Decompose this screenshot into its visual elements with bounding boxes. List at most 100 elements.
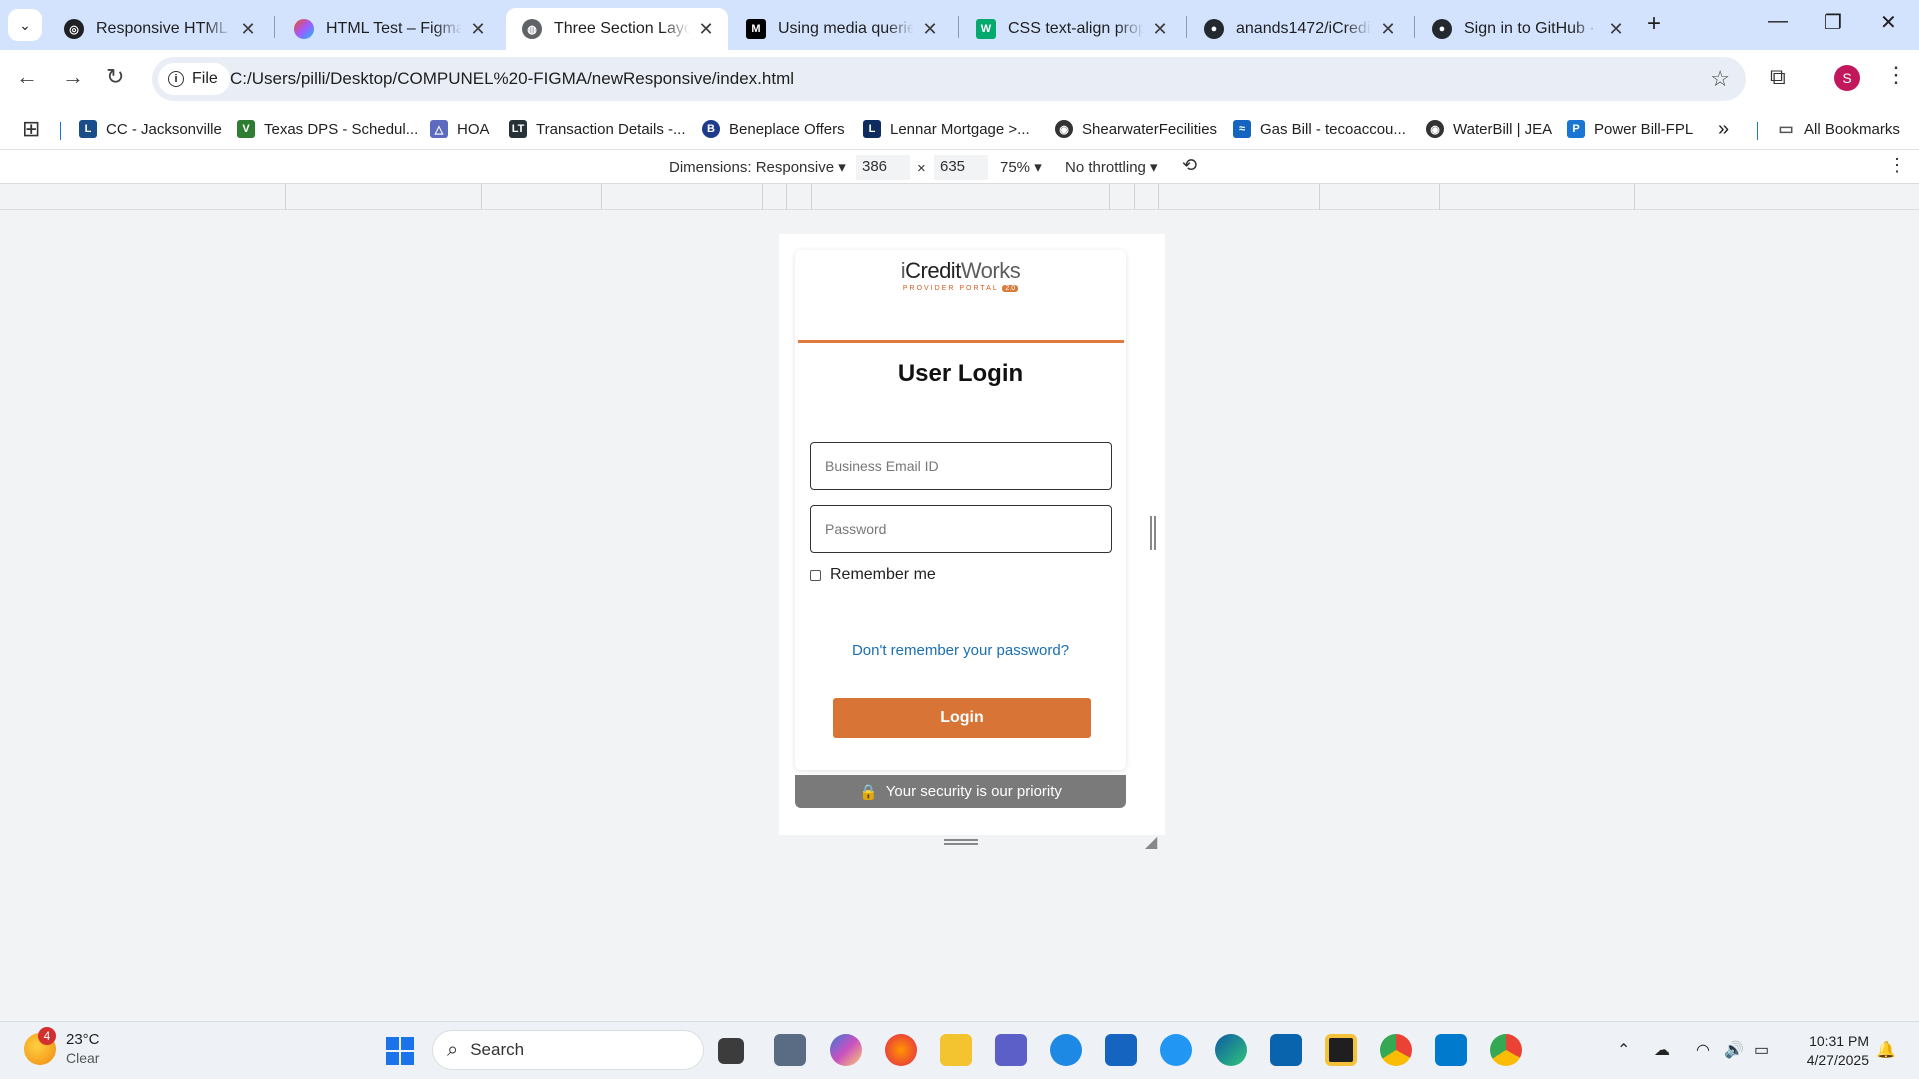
tab-media-queries[interactable]: M Using media queries ✕ — [730, 8, 952, 50]
all-bookmarks-button[interactable]: ▭ All Bookmarks — [1777, 116, 1899, 142]
tab-figma[interactable]: HTML Test – Figma ✕ — [278, 8, 500, 50]
outlook-icon[interactable] — [1270, 1034, 1302, 1066]
folder-icon: ▭ — [1778, 121, 1794, 138]
bookmark-icon: L — [863, 120, 881, 138]
close-icon[interactable]: ✕ — [468, 19, 488, 40]
volume-icon[interactable]: 🔊 — [1724, 1040, 1744, 1060]
notifications-bell-icon[interactable]: 🔔 — [1876, 1040, 1896, 1060]
emulated-viewport: iCreditWorks PROVIDER PORTAL 2.0 User Lo… — [0, 210, 1919, 1021]
bookmark-waterbill[interactable]: ◉ WaterBill | JEA — [1426, 116, 1552, 142]
close-window-button[interactable]: ✕ — [1880, 10, 1897, 35]
bookmark-label: Transaction Details -... — [536, 120, 686, 138]
resize-handle-corner[interactable]: ◢ — [1145, 832, 1157, 852]
tab-css-text-align[interactable]: W CSS text-align property ✕ — [960, 8, 1182, 50]
microsoft-store-icon[interactable] — [1105, 1034, 1137, 1066]
width-input[interactable]: 386 — [856, 155, 910, 180]
forgot-password-link[interactable]: Don't remember your password? — [795, 642, 1126, 659]
task-view-icon[interactable] — [718, 1038, 744, 1064]
logo-part: Works — [960, 258, 1021, 283]
bookmark-power-bill[interactable]: P Power Bill-FPL — [1567, 116, 1693, 142]
throttling-dropdown[interactable]: No throttling ▾ — [1065, 158, 1158, 176]
bookmark-shearwater[interactable]: ◉ ShearwaterFecilities — [1055, 116, 1217, 142]
chrome-profile-icon[interactable] — [1490, 1034, 1522, 1066]
browser-toolbar: ← → ↻ i File C:/Users/pilli/Desktop/COMP… — [0, 50, 1919, 108]
chrome-icon[interactable] — [1380, 1034, 1412, 1066]
tab-search-button[interactable]: ⌄ — [8, 9, 42, 41]
taskbar-search[interactable]: ⌕ Search — [432, 1030, 704, 1070]
bookmark-icon: L — [79, 120, 97, 138]
cortana-icon[interactable] — [1050, 1034, 1082, 1066]
bookmark-lennar-mortgage[interactable]: L Lennar Mortgage >... — [863, 116, 1030, 142]
dimensions-dropdown[interactable]: Dimensions: Responsive ▾ — [669, 158, 846, 176]
quick-assist-icon[interactable] — [1160, 1034, 1192, 1066]
media-query-ruler — [0, 184, 1919, 210]
apps-grid-icon[interactable]: ⊞ — [22, 116, 40, 142]
password-field[interactable]: Password — [810, 505, 1112, 553]
system-clock[interactable]: 10:31 PM 4/27/2025 — [1795, 1032, 1869, 1070]
tab-three-section-layout[interactable]: ◍ Three Section Layout ✕ — [506, 8, 728, 50]
minimize-button[interactable]: — — [1768, 10, 1788, 33]
more-bookmarks-chevron-icon[interactable]: » — [1718, 116, 1729, 142]
rotate-icon[interactable]: ⟲ — [1182, 155, 1197, 176]
file-explorer-icon[interactable] — [940, 1034, 972, 1066]
zoom-dropdown[interactable]: 75% ▾ — [1000, 158, 1042, 176]
close-icon[interactable]: ✕ — [1606, 19, 1626, 40]
address-bar[interactable]: i File C:/Users/pilli/Desktop/COMPUNEL%2… — [152, 57, 1746, 101]
tab-strip: ⌄ ◎ Responsive HTML CSS ✕ HTML Test – Fi… — [0, 0, 1919, 50]
more-options-icon[interactable]: ⋮ — [1888, 155, 1906, 176]
url-text[interactable]: C:/Users/pilli/Desktop/COMPUNEL%20-FIGMA… — [230, 69, 794, 89]
restore-button[interactable]: ❐ — [1824, 10, 1842, 35]
close-icon[interactable]: ✕ — [1150, 19, 1170, 40]
height-input[interactable]: 635 — [934, 155, 988, 180]
resize-handle-bottom[interactable] — [944, 839, 978, 845]
bookmark-beneplace[interactable]: B Beneplace Offers — [702, 116, 845, 142]
close-icon[interactable]: ✕ — [238, 19, 258, 40]
bookmark-star-icon[interactable]: ☆ — [1710, 66, 1730, 92]
remember-me-row[interactable]: Remember me — [810, 566, 936, 584]
bookmarks-bar: ⊞ L CC - Jacksonville V Texas DPS - Sche… — [0, 108, 1919, 150]
back-arrow-icon[interactable]: ← — [16, 64, 38, 90]
weather-widget[interactable]: 4 23°C Clear — [24, 1027, 100, 1067]
login-button[interactable]: Login — [833, 698, 1091, 738]
tab-github-repo[interactable]: ● anands1472/iCreditWorks ✕ — [1188, 8, 1410, 50]
email-field[interactable]: Business Email ID — [810, 442, 1112, 490]
extensions-puzzle-icon[interactable]: ⧉ — [1770, 64, 1786, 90]
sticky-notes-icon[interactable] — [1325, 1034, 1357, 1066]
chevron-up-icon[interactable]: ⌃ — [1617, 1040, 1630, 1060]
remember-me-checkbox[interactable] — [810, 569, 821, 581]
bookmark-transaction-details[interactable]: LT Transaction Details -... — [509, 116, 686, 142]
forward-arrow-icon[interactable]: → — [62, 64, 84, 90]
teams-icon[interactable] — [995, 1034, 1027, 1066]
close-icon[interactable]: ✕ — [696, 19, 716, 40]
browser-menu-icon[interactable]: ⋮ — [1885, 62, 1907, 88]
notepad-icon[interactable] — [774, 1034, 806, 1066]
vscode-icon[interactable] — [1435, 1034, 1467, 1066]
reload-icon[interactable]: ↻ — [106, 64, 124, 90]
bookmark-cc-jacksonville[interactable]: L CC - Jacksonville — [79, 116, 222, 142]
edge-icon[interactable] — [1215, 1034, 1247, 1066]
close-icon[interactable]: ✕ — [1378, 19, 1398, 40]
firefox-icon[interactable] — [885, 1034, 917, 1066]
search-label: Search — [470, 1040, 525, 1059]
bookmark-gas-bill[interactable]: ≈ Gas Bill - tecoaccou... — [1233, 116, 1406, 142]
copilot-icon[interactable] — [830, 1034, 862, 1066]
resize-handle-side[interactable] — [1150, 516, 1156, 550]
profile-avatar[interactable]: S — [1834, 65, 1860, 91]
windows-taskbar: 4 23°C Clear ⌕ Search ⌃ ☁ ◠ 🔊 ▭ 10:31 PM… — [0, 1021, 1919, 1079]
chip-label: File — [192, 70, 218, 87]
bookmark-texas-dps[interactable]: V Texas DPS - Schedul... — [237, 116, 418, 142]
battery-icon[interactable]: ▭ — [1754, 1040, 1769, 1060]
site-info-chip[interactable]: i File — [158, 63, 230, 95]
tab-responsive-html[interactable]: ◎ Responsive HTML CSS ✕ — [48, 8, 270, 50]
onedrive-cloud-icon[interactable]: ☁ — [1654, 1040, 1670, 1060]
device-toolbar: Dimensions: Responsive ▾ 386 × 635 75% ▾… — [0, 151, 1919, 184]
page-title: User Login — [897, 360, 1024, 387]
tab-github-signin[interactable]: ● Sign in to GitHub · GitHub ✕ — [1416, 8, 1638, 50]
close-icon[interactable]: ✕ — [920, 19, 940, 40]
security-footer: 🔒 Your security is our priority — [795, 775, 1126, 808]
windows-start-icon[interactable] — [386, 1037, 414, 1065]
new-tab-button[interactable]: + — [1647, 10, 1661, 38]
bookmark-hoa[interactable]: △ HOA — [430, 116, 490, 142]
globe-icon: ◍ — [522, 19, 542, 39]
wifi-icon[interactable]: ◠ — [1696, 1040, 1710, 1060]
